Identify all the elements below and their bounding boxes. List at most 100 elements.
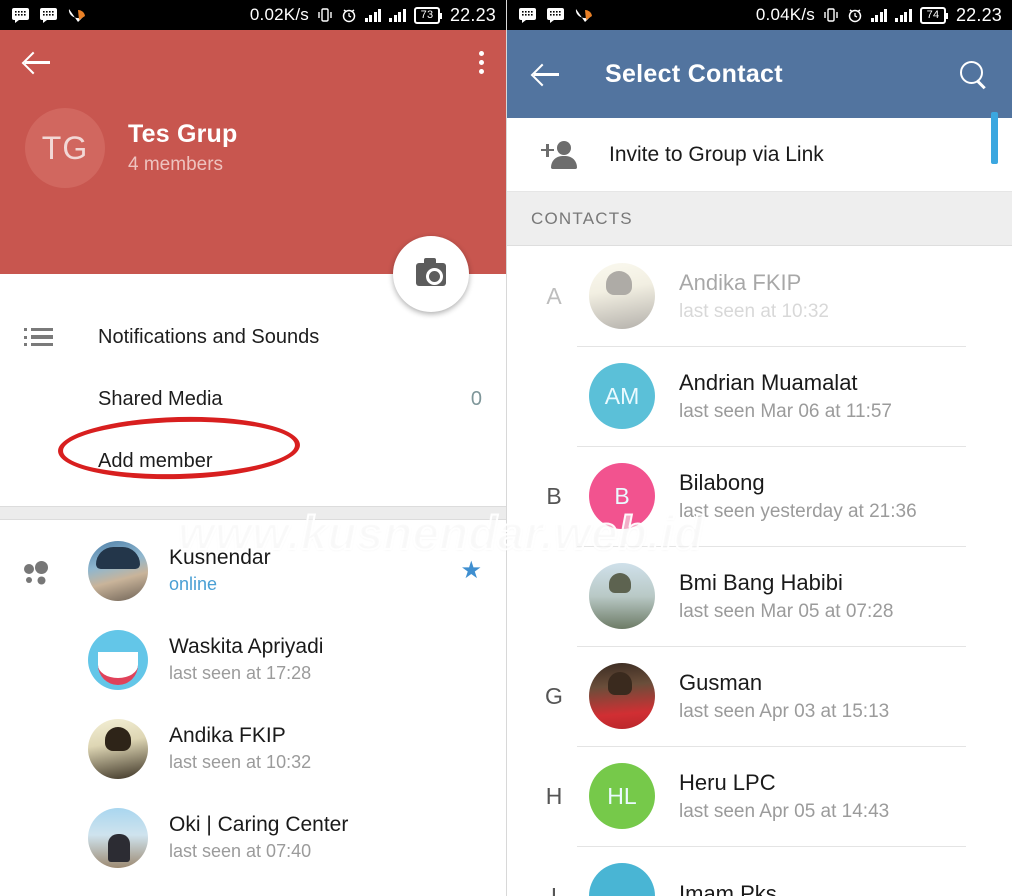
settings-label: Shared Media — [98, 387, 223, 410]
group-info-screen: 0.02K/s 73 22.23 TG Tes Grup 4 members N… — [0, 0, 506, 896]
contact-info: Bmi Bang Habibi last seen Mar 05 at 07:2… — [679, 570, 893, 623]
contact-name: Bilabong — [679, 469, 765, 495]
battery-icon: 73 — [413, 6, 442, 24]
member-row[interactable]: Kusnendar online ★ — [0, 526, 506, 615]
select-contact-screen: 0.04K/s 74 22.23 Select Contact Invite t… — [506, 0, 1012, 896]
group-header: TG Tes Grup 4 members — [0, 30, 506, 312]
member-name: Kusnendar — [169, 546, 271, 569]
settings-row-notifications[interactable]: Notifications and Sounds — [0, 306, 506, 368]
contact-row[interactable]: H HL Heru LPC last seen Apr 05 at 14:43 — [507, 746, 1012, 846]
contact-letter: G — [545, 682, 563, 709]
status-bar-notification-icons — [12, 7, 87, 24]
contact-status: last seen Apr 05 at 14:43 — [679, 800, 890, 822]
people-icon — [24, 560, 74, 581]
member-status: last seen at 07:40 — [169, 841, 312, 861]
contact-status: last seen yesterday at 21:36 — [679, 500, 917, 522]
message-icon — [547, 7, 564, 23]
contact-info: Andrian Muamalat last seen Mar 06 at 11:… — [679, 370, 892, 423]
contact-row[interactable]: A Andika FKIP last seen at 10:32 — [507, 246, 1012, 346]
group-header-toolbar — [0, 30, 506, 94]
message-icon — [40, 7, 57, 23]
contact-name: Gusman — [679, 669, 763, 695]
group-member-count: 4 members — [128, 154, 224, 175]
contact-row[interactable]: AM Andrian Muamalat last seen Mar 06 at … — [507, 346, 1012, 446]
contacts-section-header: CONTACTS — [507, 192, 1012, 246]
member-name: Oki | Caring Center — [169, 813, 349, 836]
settings-row-add-member[interactable]: Add member — [0, 430, 506, 492]
add-person-icon — [541, 140, 583, 170]
vibrate-icon — [823, 7, 839, 23]
app-icon — [575, 7, 594, 24]
app-icon — [68, 7, 87, 24]
message-icon — [519, 7, 536, 23]
status-bar-right: 0.04K/s 74 22.23 — [507, 0, 1012, 30]
group-meta: Tes Grup 4 members — [128, 120, 238, 176]
member-row[interactable]: Oki | Caring Center last seen at 07:40 — [0, 793, 506, 882]
group-settings-list: Notifications and Sounds Shared Media 0 … — [0, 274, 506, 492]
battery-icon: 74 — [919, 6, 948, 24]
contact-info: Andika FKIP last seen at 10:32 — [679, 270, 829, 323]
member-status: online — [169, 574, 218, 594]
contact-status: last seen Mar 05 at 07:28 — [679, 600, 894, 622]
page-title: Select Contact — [605, 59, 783, 88]
member-status: last seen at 10:32 — [169, 752, 312, 772]
invite-to-group-row[interactable]: Invite to Group via Link — [507, 118, 1012, 192]
overflow-menu-icon[interactable] — [479, 50, 484, 74]
contact-info: Bilabong last seen yesterday at 21:36 — [679, 470, 917, 523]
network-speed: 0.04K/s — [755, 5, 815, 24]
clock: 22.23 — [449, 4, 496, 25]
settings-label: Add member — [98, 449, 213, 472]
back-arrow-icon[interactable] — [531, 59, 561, 89]
contact-letter: H — [545, 782, 563, 809]
signal-icon — [364, 8, 382, 22]
group-name: Tes Grup — [128, 120, 238, 148]
network-speed: 0.02K/s — [249, 5, 309, 24]
avatar — [589, 863, 655, 896]
select-contact-toolbar: Select Contact — [507, 30, 1012, 118]
contact-info: Imam Pks — [679, 881, 777, 896]
contact-name: Bmi Bang Habibi — [679, 569, 843, 595]
contact-letter: A — [546, 282, 562, 309]
member-row[interactable]: Waskita Apriyadi last seen at 17:28 — [0, 615, 506, 704]
member-info: Waskita Apriyadi last seen at 17:28 — [169, 635, 323, 684]
shared-media-count: 0 — [470, 387, 482, 410]
contact-row[interactable]: I Imam Pks — [507, 846, 1012, 896]
contact-name: Andika FKIP — [679, 269, 802, 295]
member-row[interactable]: Andika FKIP last seen at 10:32 — [0, 704, 506, 793]
contact-info: Gusman last seen Apr 03 at 15:13 — [679, 670, 889, 723]
message-icon — [12, 7, 29, 23]
group-members-list: Kusnendar online ★ Waskita Apriyadi last… — [0, 520, 506, 882]
avatar — [88, 807, 148, 868]
contact-row[interactable]: G Gusman last seen Apr 03 at 15:13 — [507, 646, 1012, 746]
admin-star-icon: ★ — [460, 557, 482, 584]
avatar: HL — [589, 763, 655, 829]
group-avatar: TG — [25, 108, 105, 188]
contacts-list: A Andika FKIP last seen at 10:32 AM Andr… — [507, 246, 1012, 896]
contact-letter: I — [550, 882, 558, 896]
avatar — [88, 540, 148, 601]
contact-info: Heru LPC last seen Apr 05 at 14:43 — [679, 770, 889, 823]
avatar — [88, 629, 148, 690]
list-icon — [24, 328, 74, 347]
clock: 22.23 — [955, 4, 1002, 25]
settings-label: Notifications and Sounds — [98, 325, 320, 348]
avatar: B — [589, 463, 655, 529]
section-divider — [0, 506, 506, 520]
scrollbar-thumb[interactable] — [991, 112, 998, 164]
invite-label: Invite to Group via Link — [609, 142, 824, 166]
contact-name: Imam Pks — [679, 880, 777, 896]
contact-letter: B — [546, 482, 562, 509]
avatar: AM — [589, 363, 655, 429]
contact-row[interactable]: B B Bilabong last seen yesterday at 21:3… — [507, 446, 1012, 546]
back-arrow-icon[interactable] — [22, 47, 52, 77]
signal-icon — [870, 8, 888, 22]
status-bar-system-icons: 0.04K/s 74 22.23 — [756, 5, 1002, 26]
contact-status: last seen at 10:32 — [679, 300, 829, 322]
settings-row-shared-media[interactable]: Shared Media 0 — [0, 368, 506, 430]
vibrate-icon — [317, 7, 333, 23]
status-bar-left: 0.02K/s 73 22.23 — [0, 0, 506, 30]
avatar — [589, 663, 655, 729]
contact-status: last seen Apr 03 at 15:13 — [679, 700, 890, 722]
contact-row[interactable]: Bmi Bang Habibi last seen Mar 05 at 07:2… — [507, 546, 1012, 646]
search-icon[interactable] — [958, 59, 988, 89]
